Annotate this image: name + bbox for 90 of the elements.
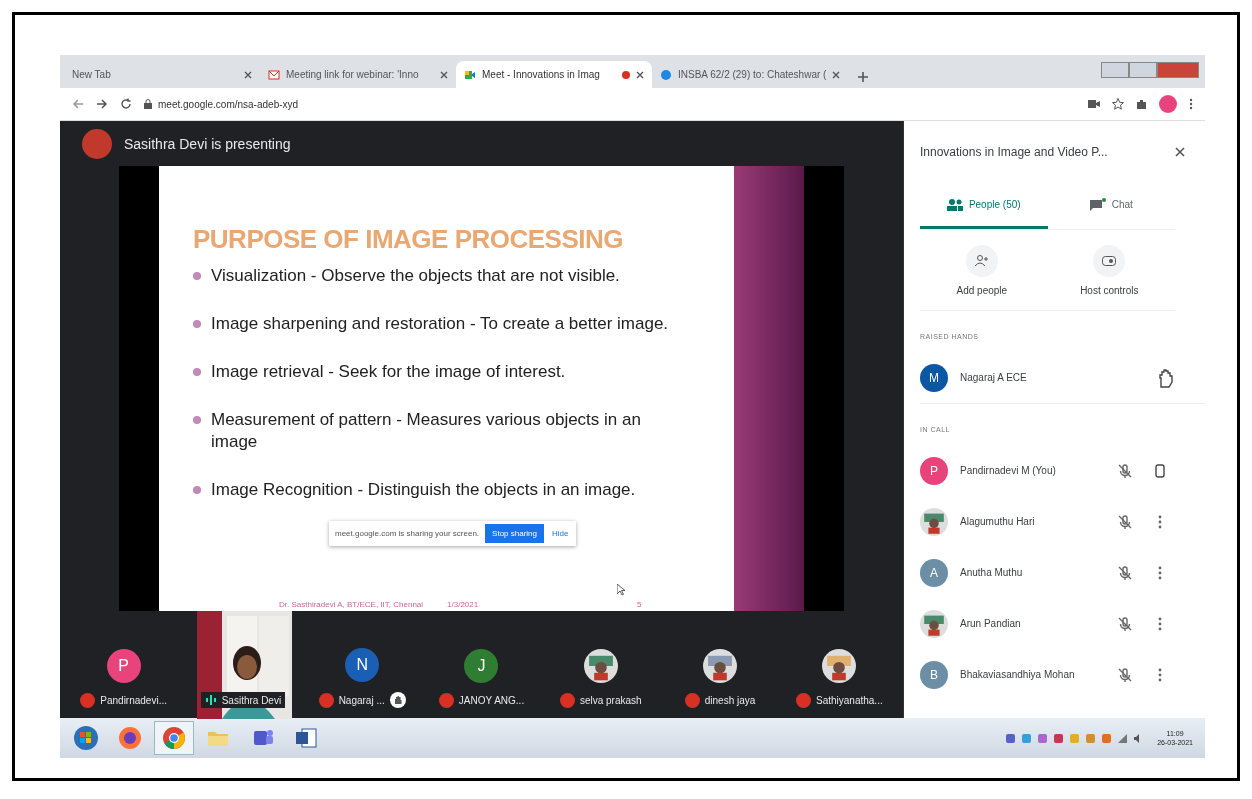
avatar: M [920,363,948,392]
muted-mic-icon [1117,615,1133,632]
recording-dot-icon [622,70,630,79]
stop-sharing-button[interactable]: Stop sharing [485,524,544,543]
bullet-text: Image Recognition - Distinguish the objects in an image. [211,479,636,501]
bullet-text: Measurement of pattern - Measures various objects in an image [211,409,642,453]
video-camera-icon [464,68,476,81]
slide-title: PURPOSE OF IMAGE PROCESSING [193,224,624,255]
participant-name: Sathiyanatha... [815,695,883,706]
url-text[interactable]: meet.google.com/nsa-adeb-xyd [158,98,299,110]
host-controls-icon [1102,255,1117,266]
slide-date: 1/3/2021 [447,600,479,609]
meeting-title: Innovations in Image and Video P... [920,145,1108,159]
avatar: B [920,660,948,689]
presenting-label: Sasithra Devi is presenting [124,135,291,152]
more-icon[interactable] [1158,616,1162,631]
participant-name: Bhakaviasandhiya Mohan [960,669,1076,680]
participant-name: Pandirnadevi... [100,695,167,706]
participant-name: Nagaraj A ECE [960,372,1028,383]
camera-icon[interactable] [1088,99,1100,109]
participant-name: Anutha Muthu [960,567,1024,578]
avatar: J [464,649,499,683]
panel-tab[interactable]: Chat [1047,183,1175,229]
more-icon[interactable] [1158,667,1162,682]
participant-name: Pandirnadevi M (You) [960,465,1057,476]
firefox-icon[interactable] [117,725,143,751]
close-icon[interactable] [440,70,448,79]
back-icon[interactable] [72,98,84,110]
browser-tab[interactable]: Meet - Innovations in Imag [456,61,652,88]
sharing-message: meet.google.com is sharing your screen. [335,529,480,538]
slide-footer: Dr. Sasthiradevi A, BT/ECE, IIT, Chennai [279,600,424,609]
browser-tab[interactable]: INSBA 62/2 (29) to: Chateshwar ( [652,61,848,88]
muted-mic-icon [1117,666,1133,683]
hide-button[interactable]: Hide [550,527,571,540]
forward-icon[interactable] [96,98,108,110]
avatar: P [920,456,948,485]
host-controls-button[interactable]: Host controls [1074,243,1145,297]
bullet-icon [193,272,201,280]
slide-page-number: 5 [637,600,642,609]
bullet-icon [193,368,201,376]
presenter-avatar [82,128,112,159]
chat-icon [1089,197,1106,212]
muted-mic-icon [1117,462,1133,479]
participant-name: Alagumuthu Hari [960,516,1036,527]
add-person-icon [974,254,989,267]
mail-icon [268,68,280,81]
close-icon[interactable] [636,70,644,79]
participant-name: selva prakash [579,695,642,706]
bullet-icon [193,486,201,494]
start-button-icon[interactable] [73,725,99,751]
panel-tab[interactable]: People (50) [920,183,1048,229]
avatar: A [920,558,948,587]
participant-name: Arun Pandian [960,618,1022,629]
browser-tab[interactable]: New Tab [64,61,260,88]
close-icon[interactable] [244,70,252,79]
more-icon[interactable] [1158,514,1162,529]
word-icon[interactable] [293,725,319,751]
more-icon[interactable] [1158,565,1162,580]
tray-app-icon[interactable] [1101,732,1113,744]
close-icon[interactable] [832,70,840,79]
participant-name: JANOY ANG... [458,695,525,706]
reload-icon[interactable] [120,98,132,110]
browser-tab[interactable]: Meeting link for webinar: 'Inno [260,61,456,88]
tray-app-icon[interactable] [1037,732,1049,744]
bullet-icon [193,416,201,424]
add-people-button[interactable]: Add people [950,243,1014,297]
more-icon[interactable] [1189,98,1193,110]
people-icon [946,198,963,211]
bullet-text: Visualization - Observe the objects that are not visible. [211,265,620,287]
profile-avatar[interactable] [1159,95,1177,113]
close-icon[interactable] [1175,147,1185,157]
muted-mic-icon [1117,564,1133,581]
star-icon[interactable] [1112,98,1124,110]
cursor-icon [617,584,625,596]
participant-name: Nagaraj ... [338,694,385,706]
participant-name: Sasithra Devi [221,694,282,706]
network-icon[interactable] [1117,732,1129,744]
bullet-text: Image retrieval - Seek for the image of interest. [211,361,566,383]
raised-hand-icon [1157,367,1175,388]
lock-icon [144,99,152,109]
tray-app-icon[interactable] [1053,732,1065,744]
bullet-text: Image sharpening and restoration - To create a better image. [211,313,669,335]
avatar: P [106,649,141,683]
new-tab-icon[interactable] [858,72,868,82]
muted-mic-icon [1117,513,1133,530]
chrome-icon[interactable] [161,725,187,751]
avatar: N [345,648,380,682]
tray-app-icon[interactable] [1005,732,1017,744]
bullet-icon [193,320,201,328]
participant-name: dinesh jaya [704,695,756,706]
